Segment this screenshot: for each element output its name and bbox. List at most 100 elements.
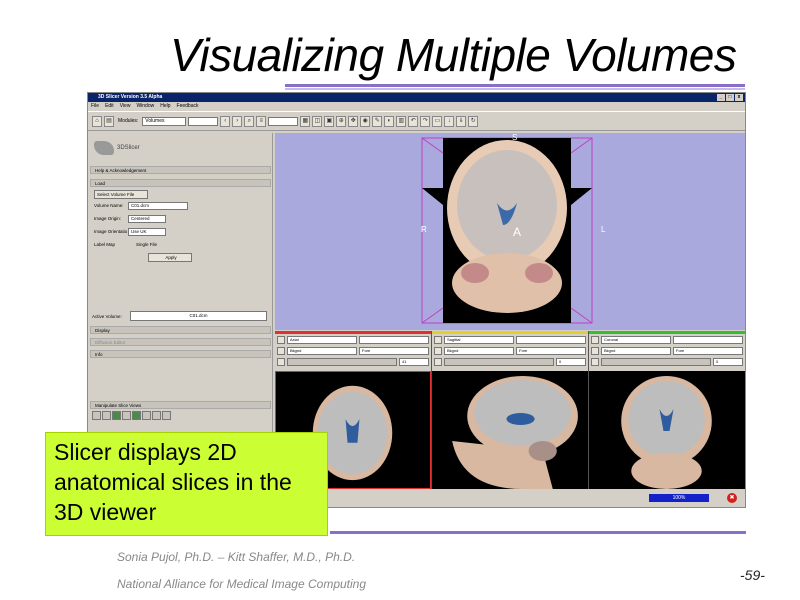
slice-offset-field[interactable]: 0: [713, 357, 743, 366]
back-icon[interactable]: ‹: [220, 115, 231, 127]
minimize-button[interactable]: _: [717, 94, 725, 101]
view-icon[interactable]: ◫: [312, 115, 323, 127]
layer-select[interactable]: Fore: [516, 346, 586, 355]
label-map-checkbox[interactable]: Label Map: [94, 242, 115, 247]
eye-icon[interactable]: [591, 357, 599, 366]
bbox-edge: [421, 137, 444, 154]
foreground-select[interactable]: [359, 335, 429, 344]
undo-icon[interactable]: ↶: [408, 115, 419, 127]
diffusion-section-header[interactable]: Diffusion Editor: [90, 338, 271, 346]
link-icon[interactable]: [434, 346, 442, 355]
load-section-header[interactable]: Load: [90, 179, 271, 187]
slice-tool-icon[interactable]: [112, 411, 121, 420]
image-origin-label: Image Origin:: [94, 216, 122, 221]
link-icon[interactable]: [277, 346, 285, 355]
foreground-select[interactable]: [673, 335, 743, 344]
grid-icon[interactable]: ▥: [396, 115, 407, 127]
background-select[interactable]: Bkgnd: [601, 346, 671, 355]
redo-icon[interactable]: ↷: [420, 115, 431, 127]
fiducial-icon[interactable]: ◉: [360, 115, 371, 127]
coronal-base: [631, 453, 702, 489]
menu-window[interactable]: Window: [136, 102, 154, 111]
slice-tool-icon[interactable]: [152, 411, 161, 420]
slice-viewer-coronal[interactable]: Coronal Bkgnd Fore 0: [589, 331, 745, 489]
slice-tool-icon[interactable]: [102, 411, 111, 420]
close-button[interactable]: x: [735, 94, 743, 101]
manipulate-slice-views-header[interactable]: Manipulate Slice Views: [90, 401, 271, 409]
refresh-icon[interactable]: ↻: [468, 115, 479, 127]
menu-feedback[interactable]: Feedback: [177, 102, 199, 111]
slicer-logo-text: 3DSlicer: [117, 145, 140, 151]
image-origin-select[interactable]: Centered: [128, 215, 166, 223]
module-select[interactable]: Volumes: [142, 116, 187, 126]
bbox-edge: [421, 307, 444, 324]
slice-offset-field[interactable]: 0: [556, 357, 586, 366]
display-section-header[interactable]: Display: [90, 326, 271, 334]
eye-icon[interactable]: [277, 357, 285, 366]
download-icon[interactable]: ⇓: [456, 115, 467, 127]
foreground-select[interactable]: [516, 335, 586, 344]
slice-viewer-sagittal[interactable]: Sagittal Bkgnd Fore 0: [432, 331, 588, 489]
orientation-select[interactable]: Coronal: [601, 335, 671, 344]
pin-icon[interactable]: [434, 335, 442, 344]
module-search-field[interactable]: [268, 116, 299, 126]
select-volume-button[interactable]: Select Volume File: [94, 190, 148, 199]
sagittal-ventricle: [506, 413, 535, 425]
slice-tool-icon[interactable]: [132, 411, 141, 420]
search-icon[interactable]: ⌕: [244, 115, 255, 127]
module-select-dropdown[interactable]: [188, 116, 219, 126]
image-orientation-select[interactable]: Use UK: [128, 228, 166, 236]
slice-tool-icon[interactable]: [142, 411, 151, 420]
list-icon[interactable]: ≡: [256, 115, 267, 127]
background-select[interactable]: Bkgnd: [444, 346, 514, 355]
active-volume-select[interactable]: C01.dcm: [130, 311, 267, 321]
progress-bar: 100%: [649, 494, 709, 502]
data-icon[interactable]: ▤: [104, 115, 114, 127]
background-select[interactable]: Bkgnd: [287, 346, 357, 355]
zoom-icon[interactable]: ⊕: [336, 115, 347, 127]
apply-button[interactable]: Apply: [148, 253, 192, 262]
callout-box: Slicer displays 2D anatomical slices in …: [45, 432, 328, 536]
image-orientation-label: Image Orientatio: [94, 229, 128, 234]
menu-edit[interactable]: Edit: [105, 102, 114, 111]
menu-help[interactable]: Help: [160, 102, 170, 111]
slice-controller: Sagittal Bkgnd Fore 0: [432, 331, 588, 371]
menu-file[interactable]: File: [91, 102, 99, 111]
link-icon[interactable]: [591, 346, 599, 355]
slice-tool-icon[interactable]: [92, 411, 101, 420]
pin-icon[interactable]: [277, 335, 285, 344]
camera-icon[interactable]: ▣: [324, 115, 335, 127]
single-file-checkbox[interactable]: Single File: [136, 242, 157, 247]
slice-tool-icon[interactable]: [122, 411, 131, 420]
orientation-select[interactable]: Axial: [287, 335, 357, 344]
volume-name-field[interactable]: C01.dcm: [128, 202, 188, 210]
slice-slider[interactable]: [444, 357, 554, 366]
forward-icon[interactable]: ›: [232, 115, 243, 127]
3d-viewer[interactable]: S R L A: [275, 133, 745, 330]
info-section-header[interactable]: Info: [90, 350, 271, 358]
temporal-region: [461, 263, 489, 283]
pan-icon[interactable]: ✥: [348, 115, 359, 127]
bbox-edge: [570, 137, 593, 154]
stop-icon[interactable]: ✖: [727, 493, 737, 503]
color-icon[interactable]: ◐: [384, 115, 395, 127]
help-section-header[interactable]: Help & Acknowledgement: [90, 166, 271, 174]
slice-offset-field[interactable]: 41: [399, 357, 429, 366]
home-icon[interactable]: ⌂: [92, 115, 102, 127]
slice-slider[interactable]: [287, 357, 397, 366]
slice-controller: Axial Bkgnd Fore 41: [275, 331, 431, 371]
eye-icon[interactable]: [434, 357, 442, 366]
slice-slider[interactable]: [601, 357, 711, 366]
layout-icon[interactable]: ▦: [300, 115, 311, 127]
layer-select[interactable]: Fore: [359, 346, 429, 355]
slice-tool-icon[interactable]: [162, 411, 171, 420]
editor-icon[interactable]: ✎: [372, 115, 383, 127]
pin-icon[interactable]: [591, 335, 599, 344]
save-icon[interactable]: ▭: [432, 115, 443, 127]
sagittal-slice-image: [432, 371, 588, 489]
maximize-button[interactable]: □: [726, 94, 734, 101]
orientation-select[interactable]: Sagittal: [444, 335, 514, 344]
layer-select[interactable]: Fore: [673, 346, 743, 355]
menu-view[interactable]: View: [120, 102, 131, 111]
pin-icon[interactable]: ↓: [444, 115, 455, 127]
